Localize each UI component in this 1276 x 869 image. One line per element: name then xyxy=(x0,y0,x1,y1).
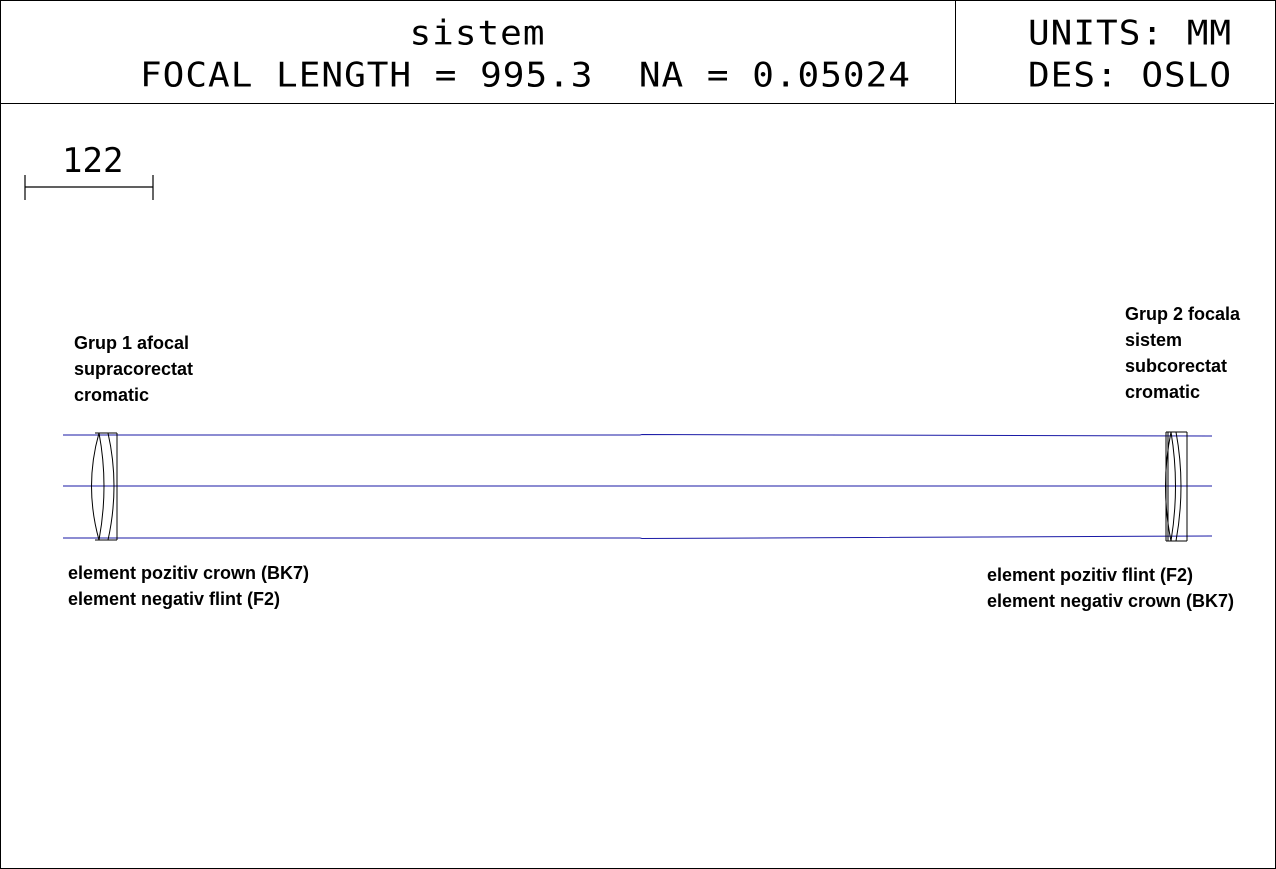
group1-annotation: Grup 1 afocal supracorectat cromatic xyxy=(74,330,193,408)
annotation-line: element negativ crown (BK7) xyxy=(987,591,1235,611)
scale-bar xyxy=(24,175,154,200)
annotation-line: subcorectat xyxy=(1125,356,1228,376)
annotation-line: Grup 2 focala xyxy=(1125,304,1241,324)
marginal-ray-lower xyxy=(63,535,1213,540)
lens-layout-diagram xyxy=(24,175,1213,542)
group1-elements-annotation: element pozitiv crown (BK7) element nega… xyxy=(68,560,309,612)
annotation-line: element pozitiv flint (F2) xyxy=(987,565,1194,585)
annotation-line: sistem xyxy=(1125,330,1183,350)
annotation-line: cromatic xyxy=(74,385,150,405)
annotation-line: Grup 1 afocal xyxy=(74,333,190,353)
group2-elements-annotation: element pozitiv flint (F2) element negat… xyxy=(987,562,1234,614)
annotation-line: element negativ flint (F2) xyxy=(68,589,281,609)
ray-bundle xyxy=(63,433,1213,540)
group2-annotation: Grup 2 focala sistem subcorectat cromati… xyxy=(1125,301,1240,405)
marginal-ray-upper xyxy=(63,433,1213,437)
annotation-line: element pozitiv crown (BK7) xyxy=(68,563,310,583)
annotation-line: supracorectat xyxy=(74,359,194,379)
annotation-line: cromatic xyxy=(1125,382,1201,402)
